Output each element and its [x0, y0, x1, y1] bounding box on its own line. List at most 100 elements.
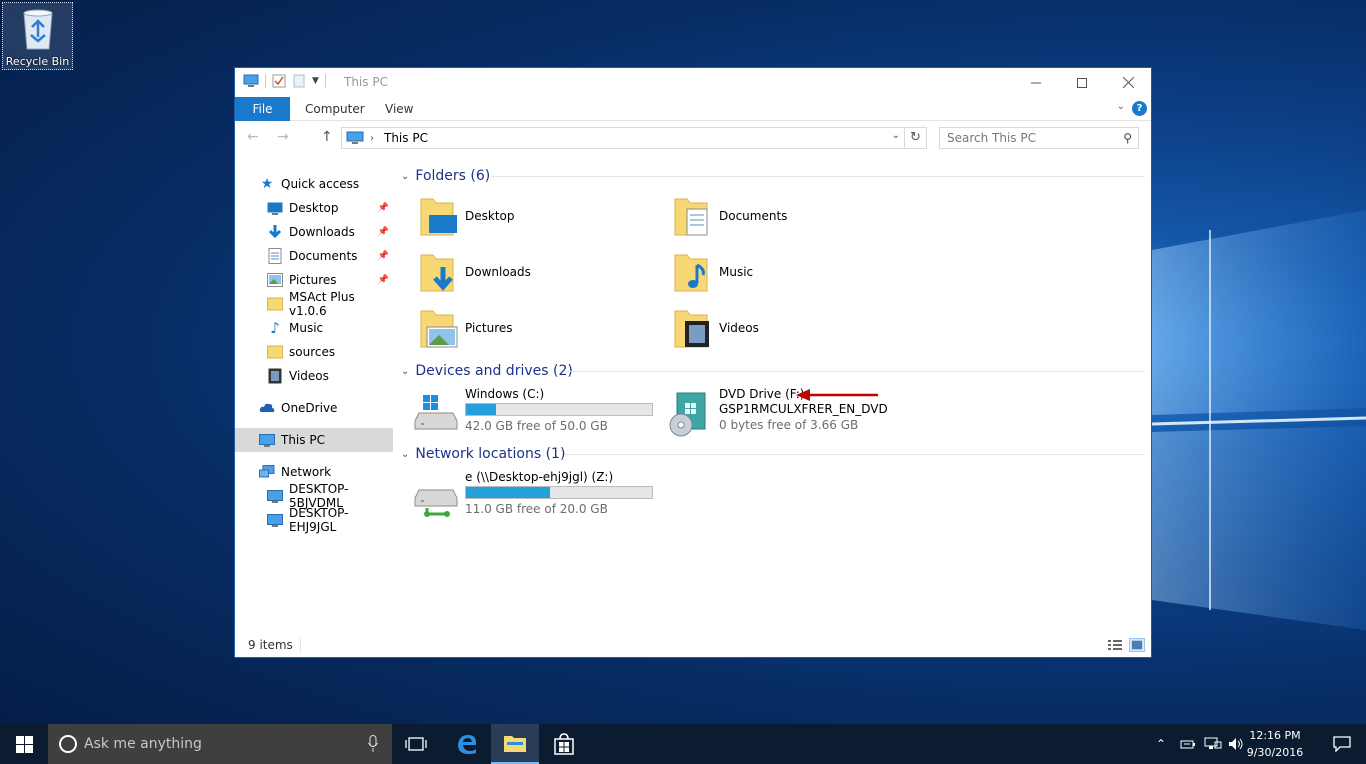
show-hidden-icons-button[interactable]: ⌃	[1156, 724, 1166, 764]
group-divider	[565, 454, 1145, 455]
nav-item-msact[interactable]: MSAct Plus v1.0.6	[235, 290, 393, 318]
nav-network-computer-2[interactable]: DESKTOP-EHJ9JGL	[235, 506, 393, 534]
folder-label: Downloads	[465, 265, 531, 279]
pin-icon[interactable]: 📌	[378, 251, 389, 261]
new-folder-icon[interactable]	[292, 74, 306, 88]
nav-item-label: DESKTOP-EHJ9JGL	[289, 506, 349, 534]
close-button[interactable]	[1105, 68, 1151, 97]
nav-this-pc[interactable]: This PC	[235, 428, 393, 452]
search-box[interactable]: ⚲	[939, 127, 1139, 149]
computer-icon	[259, 432, 275, 448]
collapse-icon[interactable]: ⌄	[401, 171, 409, 182]
nav-network[interactable]: Network	[235, 460, 393, 484]
nav-item-downloads[interactable]: Downloads 📌	[235, 220, 393, 244]
nav-item-sources[interactable]: sources	[235, 340, 393, 364]
tray-network[interactable]	[1204, 724, 1222, 764]
toolbar-divider	[324, 74, 326, 88]
folder-label: Videos	[719, 321, 759, 335]
computer-icon[interactable]	[243, 74, 259, 88]
navigation-bar: ← → ↑ › This PC ⌄ ↻ ⚲	[235, 124, 1151, 152]
taskbar: ⌃ 12:16 PM 9/30/2016	[0, 724, 1366, 764]
recycle-bin[interactable]: Recycle Bin	[2, 2, 73, 70]
maximize-icon	[1077, 77, 1087, 88]
cortana-search-input[interactable]	[84, 736, 344, 752]
nav-item-label: MSAct Plus v1.0.6	[289, 290, 355, 318]
folder-tile-documents[interactable]: Documents	[673, 191, 787, 241]
drive-usage-fill	[466, 404, 496, 415]
folder-icon	[267, 344, 283, 360]
search-input[interactable]	[940, 128, 1110, 148]
group-header-folders[interactable]: ⌄ Folders (6)	[401, 166, 490, 186]
task-view-button[interactable]	[392, 724, 440, 764]
microphone-icon[interactable]	[368, 735, 378, 753]
nav-item-label: sources	[289, 345, 336, 359]
collapse-icon[interactable]: ⌄	[401, 366, 409, 377]
pin-icon[interactable]: 📌	[378, 203, 389, 213]
tab-computer[interactable]: Computer	[305, 97, 365, 121]
back-icon[interactable]: ←	[247, 129, 259, 145]
nav-item-desktop[interactable]: Desktop 📌	[235, 196, 393, 220]
breadcrumb-separator-icon[interactable]: ›	[370, 133, 374, 144]
cortana-search-box[interactable]	[48, 724, 392, 764]
start-button[interactable]	[0, 724, 48, 764]
breadcrumb-this-pc[interactable]: This PC	[384, 131, 428, 145]
taskbar-store[interactable]	[540, 724, 588, 764]
expand-ribbon-icon[interactable]: ⌄	[1117, 101, 1125, 112]
drive-tile-c[interactable]: Windows (C:) 42.0 GB free of 50.0 GB	[413, 387, 659, 441]
search-icon[interactable]: ⚲	[1123, 131, 1132, 145]
tab-file[interactable]: File	[235, 97, 290, 121]
folder-tile-music[interactable]: Music	[673, 247, 753, 297]
music-icon: ♪	[270, 319, 280, 337]
picture-icon	[267, 272, 283, 288]
address-bar[interactable]: › This PC ⌄	[341, 127, 905, 149]
taskbar-file-explorer[interactable]	[491, 724, 539, 764]
refresh-button[interactable]: ↻	[905, 127, 927, 149]
taskbar-edge[interactable]	[443, 724, 491, 764]
tray-power[interactable]	[1180, 724, 1196, 764]
collapse-icon[interactable]: ⌄	[401, 449, 409, 460]
minimize-button[interactable]	[1013, 68, 1059, 97]
nav-item-videos[interactable]: Videos	[235, 364, 393, 388]
large-icons-view-icon[interactable]	[1129, 638, 1145, 652]
nav-item-label: Music	[289, 321, 324, 335]
details-view-icon[interactable]	[1107, 638, 1123, 652]
task-view-icon	[405, 737, 427, 751]
power-icon	[1180, 740, 1195, 749]
navigation-pane: ★ Quick access Desktop 📌 Downloads 📌 Doc…	[235, 168, 393, 568]
network-drive-tile-z[interactable]: e (\\Desktop-ehj9jgl) (Z:) 11.0 GB free …	[413, 470, 659, 524]
folder-tile-downloads[interactable]: Downloads	[419, 247, 531, 297]
group-header-network[interactable]: ⌄ Network locations (1)	[401, 444, 565, 464]
volume-icon	[1229, 738, 1243, 750]
video-icon	[267, 368, 283, 384]
maximize-button[interactable]	[1059, 68, 1105, 97]
folder-tile-videos[interactable]: Videos	[673, 303, 759, 353]
computer-icon	[267, 512, 283, 528]
downloads-folder-icon	[420, 254, 454, 292]
up-icon[interactable]: ↑	[321, 129, 333, 145]
pin-icon[interactable]: 📌	[378, 227, 389, 237]
nav-network-computer-1[interactable]: DESKTOP-5BJVDML	[235, 482, 393, 510]
action-center-button[interactable]	[1318, 724, 1366, 764]
network-drive-icon	[414, 489, 458, 517]
pin-icon[interactable]: 📌	[378, 275, 389, 285]
tab-view[interactable]: View	[385, 97, 413, 121]
folder-tile-desktop[interactable]: Desktop	[419, 191, 515, 241]
nav-item-pictures[interactable]: Pictures 📌	[235, 268, 393, 292]
folder-icon	[267, 296, 283, 312]
download-icon	[267, 224, 283, 240]
help-icon[interactable]: ?	[1132, 101, 1147, 116]
nav-item-music[interactable]: ♪ Music	[235, 316, 393, 340]
tray-volume[interactable]	[1228, 724, 1244, 764]
system-clock[interactable]: 12:16 PM 9/30/2016	[1244, 727, 1306, 761]
group-header-devices[interactable]: ⌄ Devices and drives (2)	[401, 361, 573, 381]
forward-icon[interactable]: →	[277, 129, 289, 145]
annotation-arrow-icon	[796, 389, 878, 401]
folder-tile-pictures[interactable]: Pictures	[419, 303, 513, 353]
address-history-dropdown-icon[interactable]: ⌄	[892, 130, 900, 141]
properties-icon[interactable]	[272, 74, 286, 88]
customize-toolbar-icon[interactable]: ▼	[312, 76, 319, 86]
nav-quick-access[interactable]: ★ Quick access	[235, 172, 393, 196]
nav-item-documents[interactable]: Documents 📌	[235, 244, 393, 268]
nav-onedrive[interactable]: OneDrive	[235, 396, 393, 420]
clock-time: 12:16 PM	[1249, 729, 1301, 742]
